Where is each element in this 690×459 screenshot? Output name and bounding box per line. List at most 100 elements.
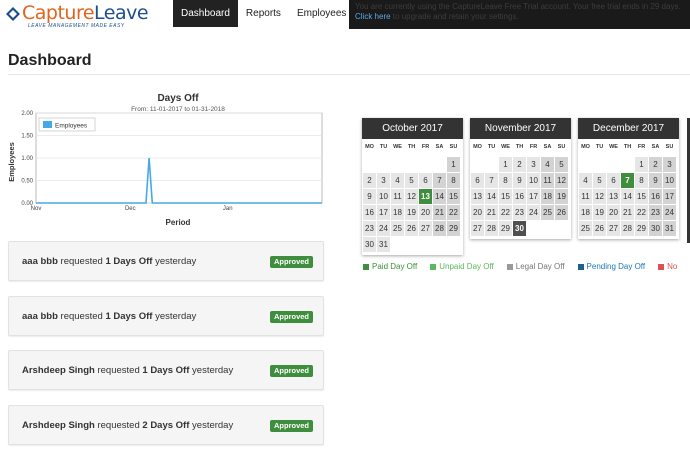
calendar-day[interactable]: 9: [363, 189, 376, 204]
calendar-day[interactable]: 29: [635, 221, 648, 236]
calendar-day[interactable]: 24: [663, 205, 676, 220]
activity-card[interactable]: aaa bbb requested 1 Days Off yesterday A…: [8, 296, 324, 336]
calendar-day[interactable]: 19: [593, 205, 606, 220]
calendar-day[interactable]: 30: [513, 221, 526, 236]
calendar-day[interactable]: 27: [419, 221, 432, 236]
calendar-day[interactable]: 26: [555, 205, 568, 220]
calendar-day[interactable]: 24: [527, 205, 540, 220]
nav-reports[interactable]: Reports: [238, 0, 289, 27]
calendar-day[interactable]: 18: [391, 205, 404, 220]
calendar-day[interactable]: 3: [663, 157, 676, 172]
calendar-day[interactable]: 11: [391, 189, 404, 204]
calendar-day[interactable]: 3: [377, 173, 390, 188]
calendar-day[interactable]: 17: [377, 205, 390, 220]
calendar-day[interactable]: 24: [377, 221, 390, 236]
activity-card[interactable]: Arshdeep Singh requested 2 Days Off yest…: [8, 405, 324, 445]
calendar-day[interactable]: 10: [377, 189, 390, 204]
calendar-day[interactable]: 14: [433, 189, 446, 204]
calendar-day[interactable]: 22: [499, 205, 512, 220]
calendar-day[interactable]: 2: [513, 157, 526, 172]
calendar-day[interactable]: 30: [363, 237, 376, 252]
calendar-day[interactable]: 16: [513, 189, 526, 204]
calendar-day[interactable]: 10: [663, 173, 676, 188]
calendar-day[interactable]: 21: [621, 205, 634, 220]
calendar-day[interactable]: 9: [649, 173, 662, 188]
calendar-day[interactable]: 25: [391, 221, 404, 236]
calendar-day[interactable]: 5: [593, 173, 606, 188]
calendar-day[interactable]: 1: [447, 157, 460, 172]
calendar-day[interactable]: 6: [419, 173, 432, 188]
calendar-day[interactable]: 21: [485, 205, 498, 220]
calendar-day[interactable]: 17: [663, 189, 676, 204]
calendar-day[interactable]: 25: [579, 221, 592, 236]
calendar-day[interactable]: 2: [649, 157, 662, 172]
calendar-day[interactable]: 20: [471, 205, 484, 220]
calendar-day[interactable]: 8: [635, 173, 648, 188]
calendar-day[interactable]: 4: [541, 157, 554, 172]
calendar-day[interactable]: 29: [499, 221, 512, 236]
calendar-day[interactable]: 28: [485, 221, 498, 236]
calendar-day[interactable]: 26: [405, 221, 418, 236]
calendar-day[interactable]: 5: [555, 157, 568, 172]
calendar-day[interactable]: 28: [621, 221, 634, 236]
calendar-day[interactable]: 17: [527, 189, 540, 204]
calendar-day[interactable]: 2: [363, 173, 376, 188]
activity-card[interactable]: aaa bbb requested 1 Days Off yesterday A…: [8, 241, 324, 281]
calendar-day[interactable]: 15: [499, 189, 512, 204]
calendar-day[interactable]: 20: [419, 205, 432, 220]
calendar-day[interactable]: 7: [621, 173, 634, 188]
calendar-day[interactable]: 29: [447, 221, 460, 236]
calendar-day[interactable]: 31: [663, 221, 676, 236]
calendar-day[interactable]: 14: [621, 189, 634, 204]
calendar-day[interactable]: 8: [447, 173, 460, 188]
calendar-day[interactable]: 12: [555, 173, 568, 188]
calendar-day[interactable]: 8: [499, 173, 512, 188]
calendar-day[interactable]: 16: [363, 205, 376, 220]
calendar-day[interactable]: 22: [447, 205, 460, 220]
calendar-day[interactable]: 7: [433, 173, 446, 188]
calendar-day[interactable]: 27: [471, 221, 484, 236]
calendar-day[interactable]: 11: [579, 189, 592, 204]
calendar-day[interactable]: 25: [541, 205, 554, 220]
calendar-day[interactable]: 12: [405, 189, 418, 204]
calendar-day[interactable]: 16: [649, 189, 662, 204]
nav-employees[interactable]: Employees: [289, 0, 354, 27]
calendar-day[interactable]: 18: [579, 205, 592, 220]
calendar-day[interactable]: 13: [607, 189, 620, 204]
calendar-day[interactable]: 6: [471, 173, 484, 188]
calendar-day[interactable]: 21: [433, 205, 446, 220]
calendar-day[interactable]: 15: [447, 189, 460, 204]
upgrade-link[interactable]: Click here: [355, 12, 391, 21]
calendar-day[interactable]: 30: [649, 221, 662, 236]
calendar-day[interactable]: 12: [593, 189, 606, 204]
calendar-day[interactable]: 7: [485, 173, 498, 188]
logo[interactable]: CaptureLeave LEAVE MANAGEMENT MADE EASY: [6, 4, 149, 29]
calendar-day[interactable]: 6: [607, 173, 620, 188]
calendar-day[interactable]: 27: [607, 221, 620, 236]
calendar-day[interactable]: 1: [635, 157, 648, 172]
calendar-day[interactable]: 11: [541, 173, 554, 188]
calendar-day[interactable]: 13: [419, 189, 432, 204]
calendar-day[interactable]: 20: [607, 205, 620, 220]
calendar-day[interactable]: 10: [527, 173, 540, 188]
calendar-day[interactable]: 19: [555, 189, 568, 204]
calendar-day[interactable]: 23: [363, 221, 376, 236]
calendar-day[interactable]: 23: [649, 205, 662, 220]
calendar-day[interactable]: 4: [579, 173, 592, 188]
calendar-day[interactable]: 18: [541, 189, 554, 204]
calendar-day[interactable]: 22: [635, 205, 648, 220]
nav-dashboard[interactable]: Dashboard: [173, 0, 238, 27]
activity-card[interactable]: Arshdeep Singh requested 1 Days Off yest…: [8, 350, 324, 390]
calendar-day[interactable]: 13: [471, 189, 484, 204]
calendar-day[interactable]: 14: [485, 189, 498, 204]
calendar-day[interactable]: 15: [635, 189, 648, 204]
calendar-day[interactable]: 19: [405, 205, 418, 220]
calendar-day[interactable]: 28: [433, 221, 446, 236]
calendar-day[interactable]: 1: [499, 157, 512, 172]
calendar-day[interactable]: 9: [513, 173, 526, 188]
calendar-day[interactable]: 3: [527, 157, 540, 172]
calendar-day[interactable]: 23: [513, 205, 526, 220]
calendar-day[interactable]: 5: [405, 173, 418, 188]
calendar-day[interactable]: 26: [593, 221, 606, 236]
calendar-day[interactable]: 31: [377, 237, 390, 252]
